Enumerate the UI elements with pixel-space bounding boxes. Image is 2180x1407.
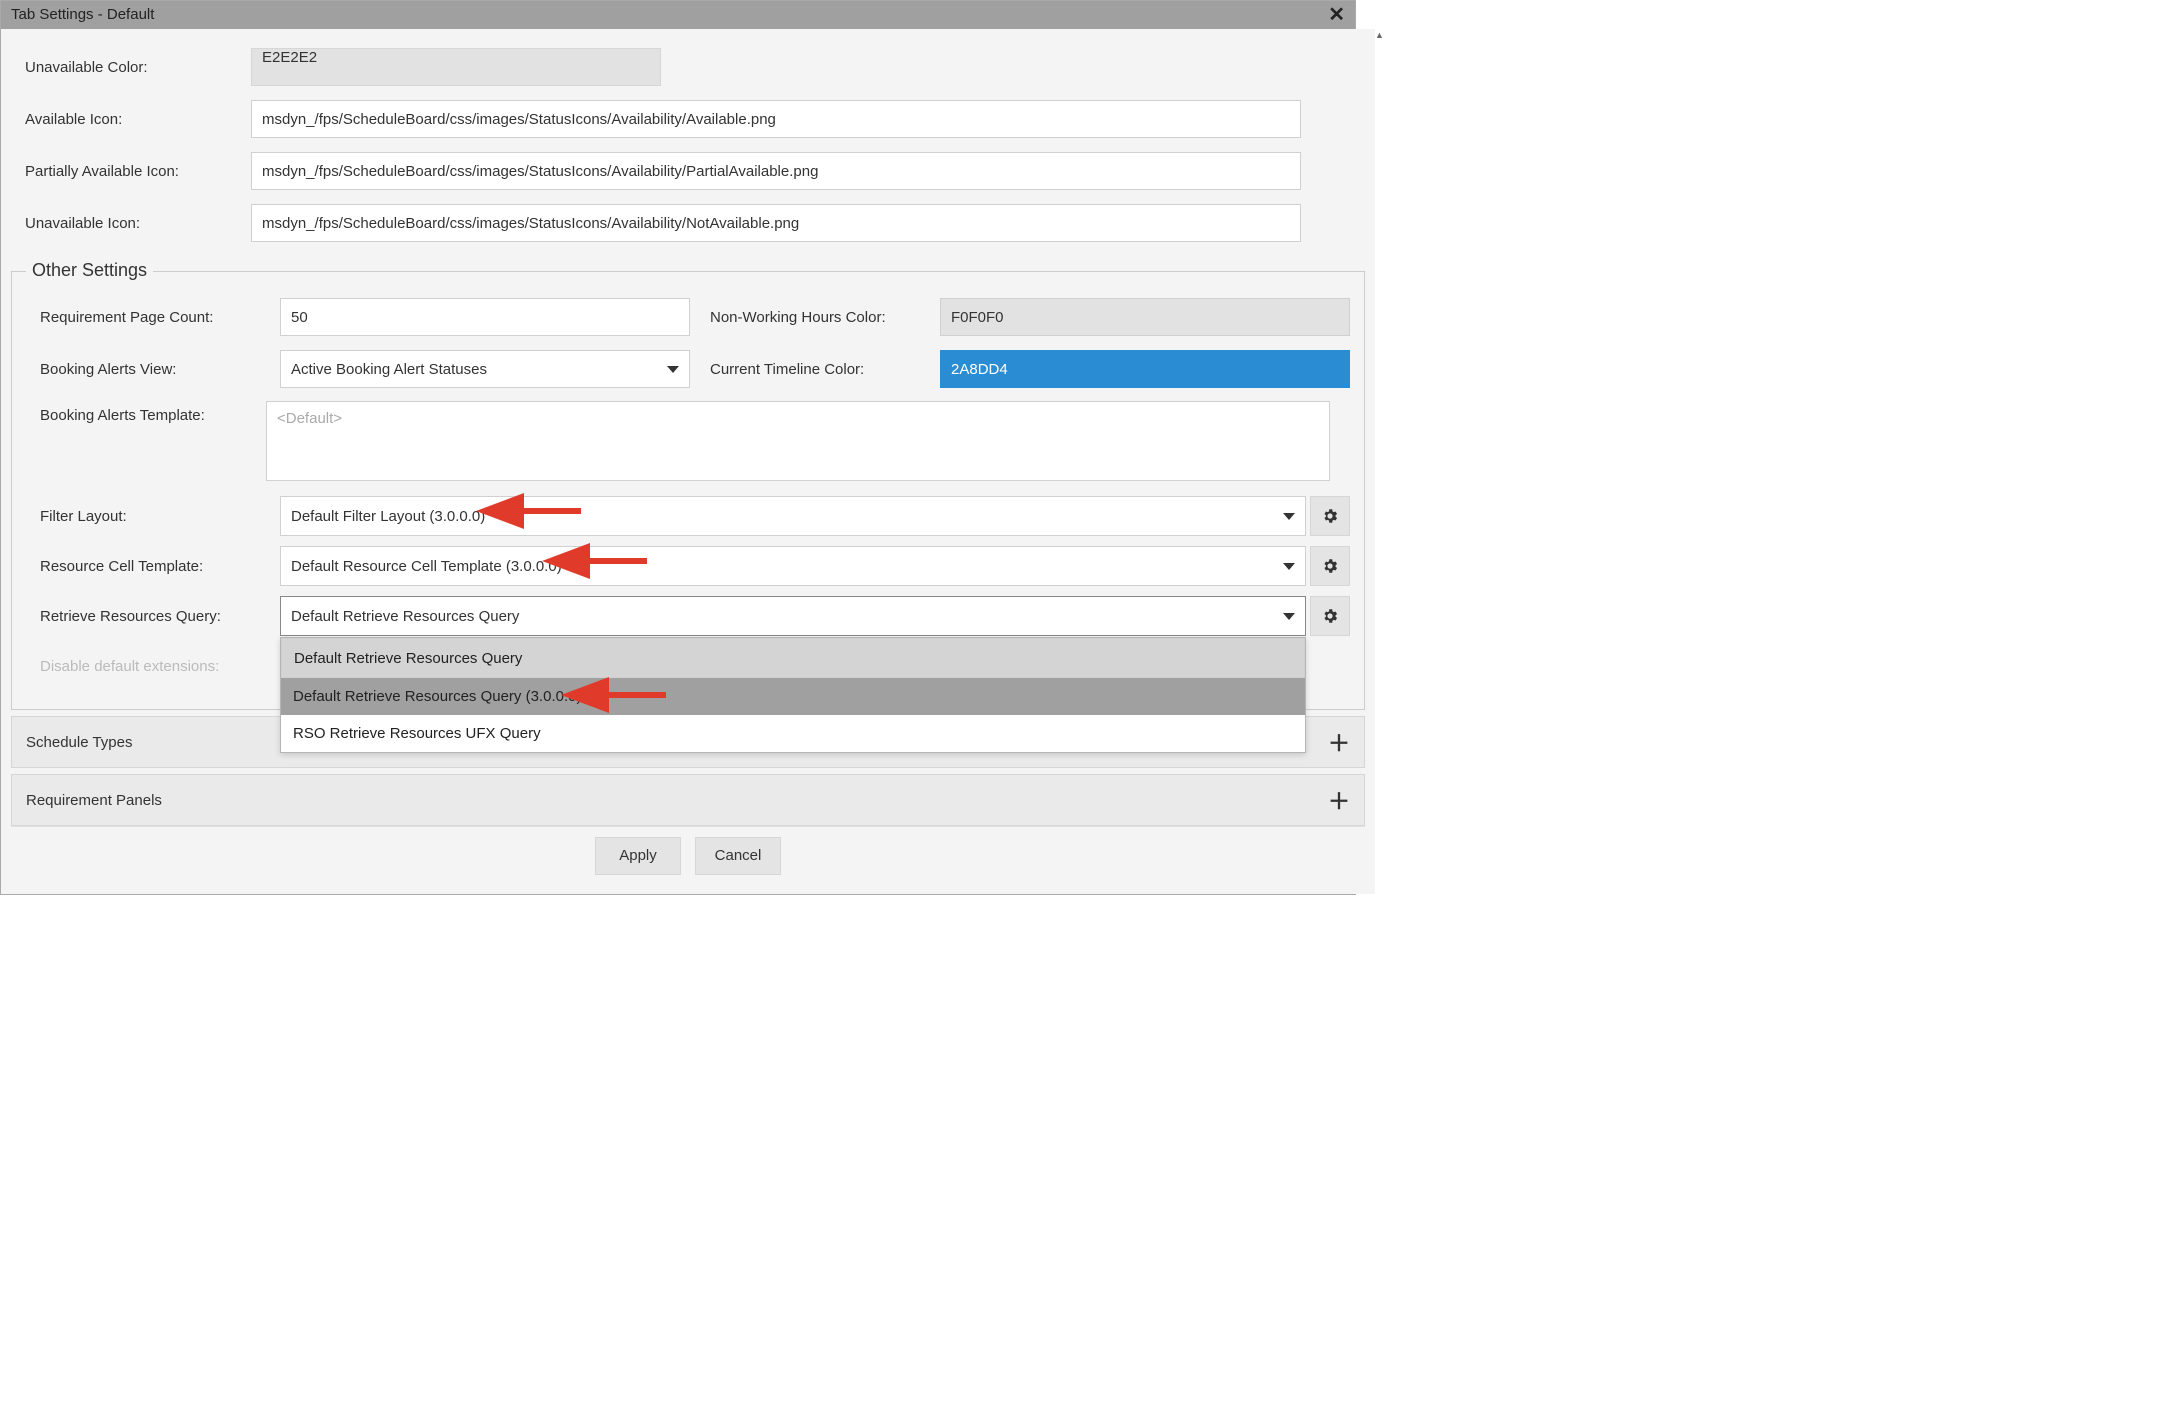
requirement-panels-accordion[interactable]: Requirement Panels ＋ [11,774,1365,826]
partial-icon-input[interactable] [251,152,1301,190]
retrieve-query-dropdown: Default Retrieve Resources Query Default… [280,637,1306,753]
available-icon-input[interactable] [251,100,1301,138]
gear-icon [1321,557,1339,575]
dropdown-option[interactable]: Default Retrieve Resources Query (3.0.0.… [281,678,1305,715]
unavailable-icon-input[interactable] [251,204,1301,242]
gear-icon [1321,607,1339,625]
partial-icon-label: Partially Available Icon: [11,163,251,180]
timeline-color-field[interactable]: 2A8DD4 [940,350,1350,388]
timeline-color-label: Current Timeline Color: [710,361,940,378]
plus-icon: ＋ [1328,726,1350,758]
chevron-down-icon [1283,613,1295,620]
resource-cell-select[interactable]: Default Resource Cell Template (3.0.0.0) [280,546,1306,586]
unavailable-color-field[interactable]: E2E2E2 [251,48,661,86]
gear-icon [1321,507,1339,525]
tab-settings-dialog: Tab Settings - Default ✕ Unavailable Col… [0,0,1356,895]
filter-layout-label: Filter Layout: [40,508,280,525]
resource-cell-label: Resource Cell Template: [40,558,280,575]
other-settings-legend: Other Settings [26,260,153,281]
accordion-title: Requirement Panels [26,792,162,809]
retrieve-query-label: Retrieve Resources Query: [40,608,280,625]
unavailable-color-label: Unavailable Color: [11,59,251,76]
close-icon[interactable]: ✕ [1328,1,1345,29]
apply-button[interactable]: Apply [595,837,681,875]
filter-layout-gear-button[interactable] [1310,496,1350,536]
annotation-arrow [591,681,671,713]
chevron-down-icon [667,366,679,373]
available-icon-label: Available Icon: [11,111,251,128]
booking-alerts-template-label: Booking Alerts Template: [26,401,266,424]
booking-alerts-view-select[interactable]: Active Booking Alert Statuses [280,350,690,388]
retrieve-query-gear-button[interactable] [1310,596,1350,636]
dropdown-option[interactable]: Default Retrieve Resources Query [281,638,1305,678]
filter-layout-select[interactable]: Default Filter Layout (3.0.0.0) [280,496,1306,536]
plus-icon: ＋ [1328,784,1350,816]
dropdown-option[interactable]: RSO Retrieve Resources UFX Query [281,715,1305,752]
chevron-down-icon [1283,513,1295,520]
availability-section: Unavailable Color: E2E2E2 Available Icon… [11,29,1365,247]
disable-extensions-label: Disable default extensions: [40,658,280,675]
resource-cell-gear-button[interactable] [1310,546,1350,586]
booking-alerts-template-input[interactable]: <Default> [266,401,1330,481]
req-page-count-input[interactable] [280,298,690,336]
req-page-count-label: Requirement Page Count: [40,309,280,326]
other-settings-fieldset: Other Settings Requirement Page Count: N… [11,271,1365,710]
nonworking-color-field[interactable]: F0F0F0 [940,298,1350,336]
booking-alerts-view-label: Booking Alerts View: [40,361,280,378]
retrieve-query-select[interactable]: Default Retrieve Resources Query Default… [280,596,1306,636]
dialog-title: Tab Settings - Default [11,1,154,29]
cancel-button[interactable]: Cancel [695,837,781,875]
nonworking-color-label: Non-Working Hours Color: [710,309,940,326]
dialog-titlebar: Tab Settings - Default ✕ [1,1,1355,29]
accordion-title: Schedule Types [26,734,132,751]
dialog-footer: Apply Cancel [11,826,1365,884]
chevron-down-icon [1283,563,1295,570]
unavailable-icon-label: Unavailable Icon: [11,215,251,232]
